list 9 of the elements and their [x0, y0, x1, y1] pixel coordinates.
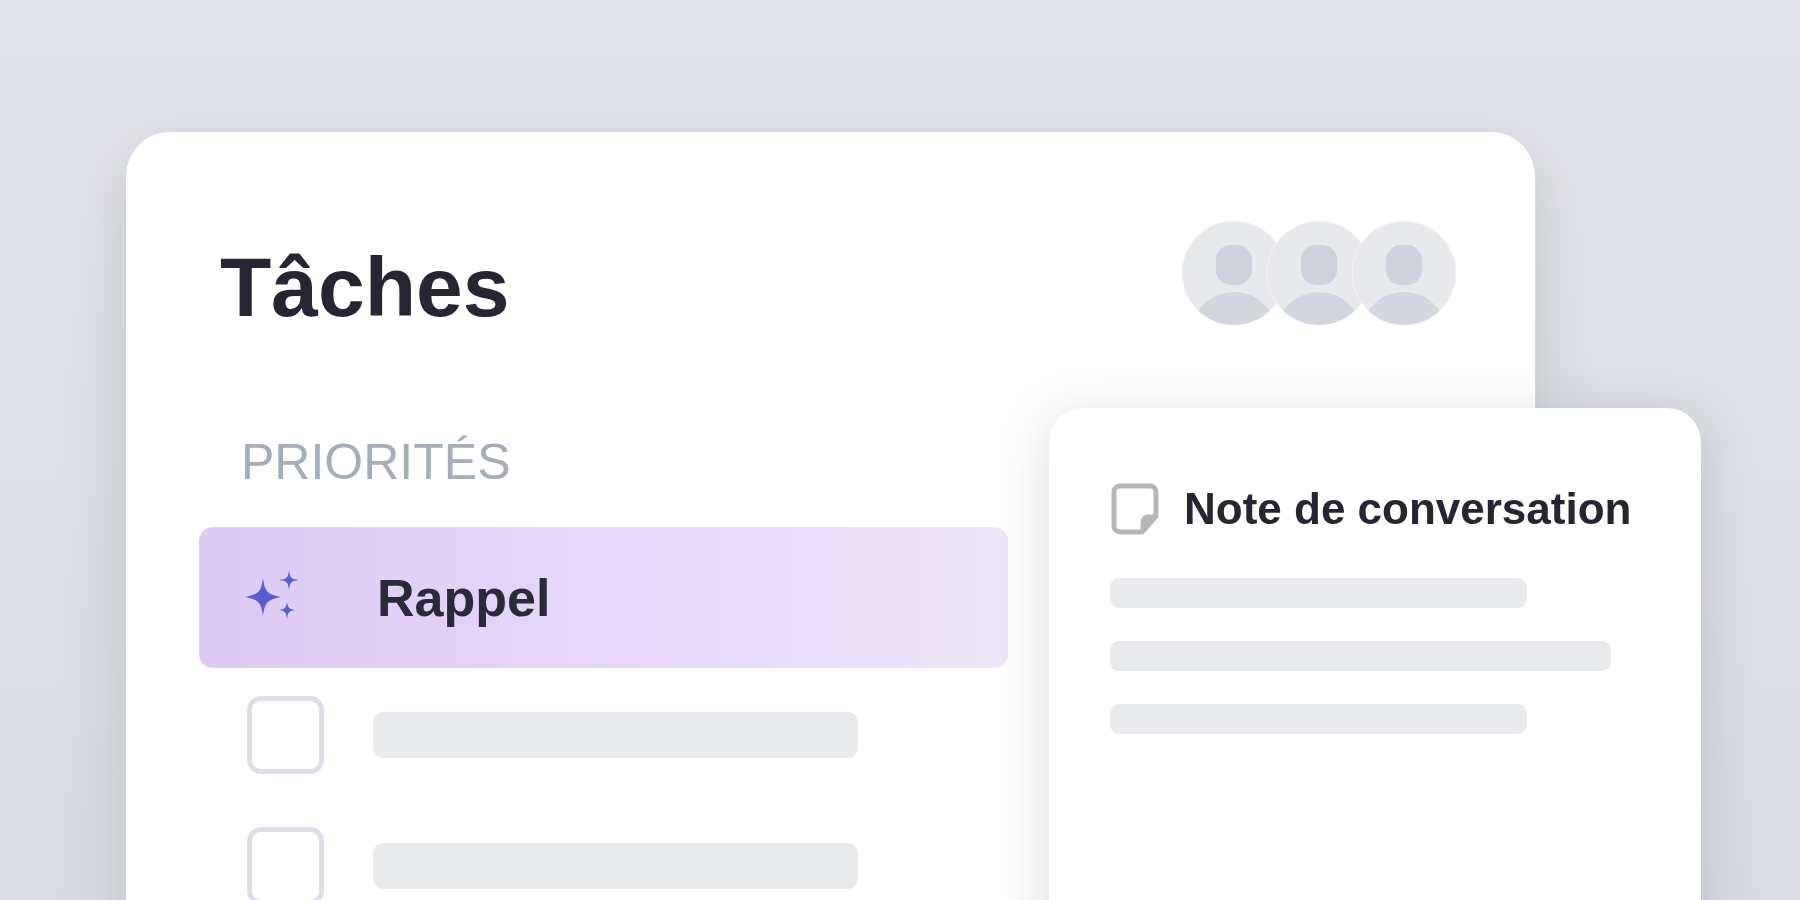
checkbox[interactable] [247, 827, 324, 900]
checkbox[interactable] [247, 696, 324, 774]
note-title: Note de conversation [1184, 483, 1632, 535]
page-title: Tâches [220, 245, 510, 329]
note-icon [1110, 482, 1160, 536]
item-label: Rappel [377, 567, 551, 629]
reminder-item[interactable]: Rappel [199, 527, 1008, 668]
section-heading: PRIORITÉS [241, 437, 512, 487]
avatar-icon [1351, 220, 1457, 326]
